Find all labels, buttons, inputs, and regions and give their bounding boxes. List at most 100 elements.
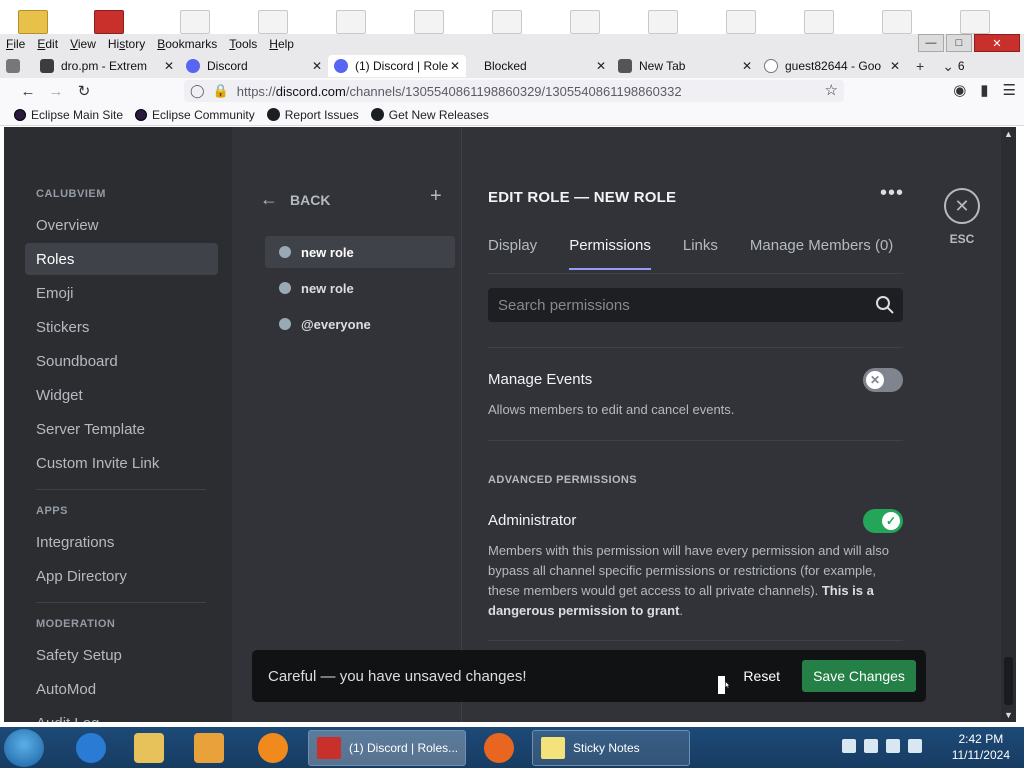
- tab-dro-pm[interactable]: dro.pm - Extrem ✕: [34, 55, 180, 77]
- file-icon[interactable]: [648, 10, 678, 34]
- forward-arrow-icon[interactable]: →: [42, 83, 70, 100]
- reload-icon[interactable]: ↻: [70, 82, 98, 100]
- save-changes-button[interactable]: Save Changes: [802, 660, 916, 692]
- sidebar-item-overview[interactable]: Overview: [25, 209, 218, 241]
- taskbar-discord-window[interactable]: (1) Discord | Roles...: [308, 730, 466, 766]
- monitor-icon[interactable]: [886, 739, 900, 753]
- sidebar-item-roles[interactable]: Roles: [25, 243, 218, 275]
- sidebar-item-custom-invite-link[interactable]: Custom Invite Link: [25, 447, 218, 479]
- sidebar-item-safety-setup[interactable]: Safety Setup: [25, 639, 218, 671]
- tab-google[interactable]: guest82644 - Goo ✕: [758, 55, 906, 77]
- taskbar-sticky-notes[interactable]: Sticky Notes: [532, 730, 690, 766]
- new-tab-plus-icon[interactable]: +: [916, 58, 924, 74]
- tab-discord-roles[interactable]: (1) Discord | Role ✕: [328, 55, 466, 77]
- sidebar-item-widget[interactable]: Widget: [25, 379, 218, 411]
- menu-edit[interactable]: Edit: [31, 37, 64, 51]
- close-window-icon[interactable]: ✕: [974, 34, 1020, 52]
- menu-help[interactable]: Help: [263, 37, 300, 51]
- tab-manage-members[interactable]: Manage Members (0): [750, 237, 893, 270]
- tab-links[interactable]: Links: [683, 237, 718, 270]
- sidebar-item-automod[interactable]: AutoMod: [25, 673, 218, 705]
- sidebar-item-emoji[interactable]: Emoji: [25, 277, 218, 309]
- internet-explorer-icon[interactable]: [76, 733, 106, 763]
- search-icon[interactable]: [875, 295, 895, 315]
- close-icon[interactable]: ✕: [944, 188, 980, 224]
- lock-icon[interactable]: 🔒: [213, 83, 229, 99]
- create-role-plus-icon[interactable]: +: [430, 185, 442, 208]
- clock[interactable]: 2:42 PM 11/11/2024: [952, 731, 1010, 763]
- file-icon[interactable]: [960, 10, 990, 34]
- bookmark-new-releases[interactable]: Get New Releases: [370, 108, 489, 122]
- file-icon[interactable]: [726, 10, 756, 34]
- close-tab-icon[interactable]: ✕: [742, 59, 752, 73]
- sidebar-item-soundboard[interactable]: Soundboard: [25, 345, 218, 377]
- scroll-up-icon[interactable]: ▲: [1004, 129, 1013, 139]
- role-item-everyone[interactable]: @everyone: [265, 308, 455, 340]
- menu-bookmarks[interactable]: Bookmarks: [151, 37, 223, 51]
- reset-button[interactable]: Reset: [743, 668, 780, 684]
- firefox-icon[interactable]: [484, 733, 514, 763]
- file-icon[interactable]: [336, 10, 366, 34]
- extensions-icon[interactable]: ▮: [980, 81, 988, 99]
- back-button[interactable]: ← BACK: [260, 189, 330, 210]
- sidebar-item-server-template[interactable]: Server Template: [25, 413, 218, 445]
- search-input[interactable]: [498, 296, 858, 314]
- page-scrollbar[interactable]: ▲ ▼: [1001, 127, 1016, 722]
- file-icon[interactable]: [570, 10, 600, 34]
- file-icon[interactable]: [492, 10, 522, 34]
- sidebar-item-stickers[interactable]: Stickers: [25, 311, 218, 343]
- shortcut-icon[interactable]: [94, 10, 124, 34]
- start-button-icon[interactable]: [4, 729, 44, 767]
- shield-icon[interactable]: ◯: [190, 83, 205, 99]
- tab-discord[interactable]: Discord ✕: [180, 55, 328, 77]
- scroll-thumb[interactable]: [1004, 657, 1013, 705]
- maximize-icon[interactable]: □: [946, 34, 972, 52]
- account-icon[interactable]: ◉: [953, 81, 966, 99]
- close-tab-icon[interactable]: ✕: [890, 59, 900, 73]
- file-icon[interactable]: [882, 10, 912, 34]
- menu-hamburger-icon[interactable]: ☰: [1003, 81, 1016, 99]
- close-tab-icon[interactable]: ✕: [164, 59, 174, 73]
- menu-tools[interactable]: Tools: [223, 37, 263, 51]
- minimize-icon[interactable]: —: [918, 34, 944, 52]
- sidebar-item-app-directory[interactable]: App Directory: [25, 560, 218, 592]
- bookmark-star-icon[interactable]: ☆: [825, 81, 838, 99]
- perm-manage-events-toggle[interactable]: ✕: [863, 368, 903, 392]
- sidebar-item-integrations[interactable]: Integrations: [25, 526, 218, 558]
- volume-muted-icon[interactable]: [908, 739, 922, 753]
- close-tab-icon[interactable]: ✕: [450, 59, 460, 73]
- menu-file[interactable]: File: [0, 37, 31, 51]
- back-arrow-icon[interactable]: ←: [14, 83, 42, 100]
- close-tab-icon[interactable]: ✕: [596, 59, 606, 73]
- sidebar-item-audit-log[interactable]: Audit Log: [25, 707, 218, 723]
- file-icon[interactable]: [258, 10, 288, 34]
- role-item-new-role[interactable]: new role: [265, 236, 455, 268]
- perm-administrator-toggle[interactable]: ✓: [863, 509, 903, 533]
- menu-history[interactable]: History: [102, 37, 151, 51]
- bookmark-eclipse-main[interactable]: Eclipse Main Site: [14, 108, 123, 122]
- close-tab-icon[interactable]: ✕: [312, 59, 322, 73]
- menu-view[interactable]: View: [64, 37, 102, 51]
- file-icon[interactable]: [804, 10, 834, 34]
- tab-new-tab[interactable]: New Tab ✕: [612, 55, 758, 77]
- media-player-icon[interactable]: [194, 733, 224, 763]
- bookmark-eclipse-community[interactable]: Eclipse Community: [135, 108, 255, 122]
- scroll-down-icon[interactable]: ▼: [1004, 710, 1013, 720]
- file-explorer-icon[interactable]: [134, 733, 164, 763]
- file-icon[interactable]: [414, 10, 444, 34]
- role-item-new-role[interactable]: new role: [265, 272, 455, 304]
- esc-close[interactable]: ✕ ESC: [944, 188, 980, 246]
- tab-blocked[interactable]: Blocked ✕: [466, 55, 612, 77]
- tab-overview-icon[interactable]: [0, 55, 34, 77]
- bookmark-report-issues[interactable]: Report Issues: [266, 108, 359, 122]
- url-bar[interactable]: ◯ 🔒 https://discord.com/channels/1305540…: [184, 80, 844, 102]
- network-icon[interactable]: [842, 739, 856, 753]
- tab-permissions[interactable]: Permissions: [569, 237, 651, 270]
- folder-icon[interactable]: [18, 10, 48, 34]
- more-options-icon[interactable]: •••: [880, 182, 904, 205]
- file-icon[interactable]: [180, 10, 210, 34]
- tab-display[interactable]: Display: [488, 237, 537, 270]
- uc-browser-icon[interactable]: [258, 733, 288, 763]
- flag-icon[interactable]: [864, 739, 878, 753]
- tab-list-chevron-icon[interactable]: ⌄: [942, 58, 954, 75]
